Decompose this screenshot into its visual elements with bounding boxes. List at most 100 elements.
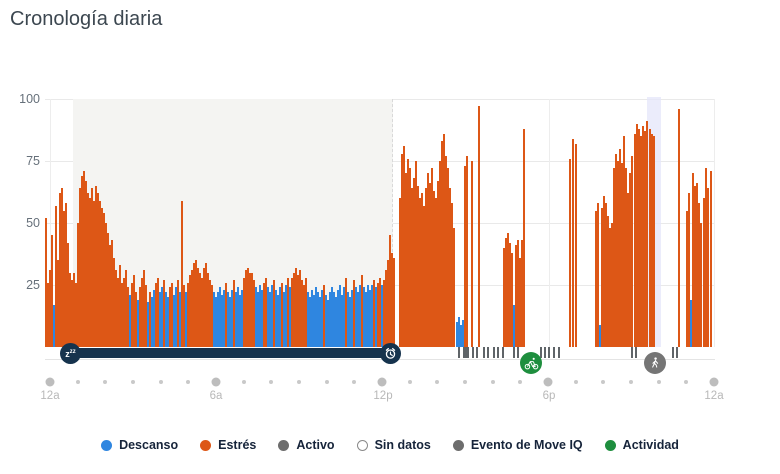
cycling-event-icon[interactable] bbox=[520, 352, 542, 374]
stress-bar[interactable] bbox=[471, 161, 473, 347]
hour-dot bbox=[518, 380, 522, 384]
move-iq-tick[interactable] bbox=[672, 347, 674, 358]
active-swatch-icon bbox=[278, 440, 289, 451]
v-gridline bbox=[714, 99, 715, 347]
hour-label: 12p bbox=[373, 390, 392, 402]
stress-bar[interactable] bbox=[523, 129, 525, 347]
hour-dot bbox=[684, 380, 688, 384]
legend-label: Sin datos bbox=[375, 438, 431, 452]
y-axis-labels: 255075100 bbox=[4, 99, 40, 347]
legend-label: Actividad bbox=[623, 438, 679, 452]
stress-bar[interactable] bbox=[569, 159, 571, 347]
legend-item-activo: Activo bbox=[278, 438, 334, 452]
daily-timeline-card: Cronología diaria 25 50 75 100 zzz 12a 6a 12p… bbox=[0, 0, 780, 474]
y-tick-label: 25 bbox=[26, 278, 40, 292]
move-iq-tick[interactable] bbox=[558, 347, 560, 358]
stress-bar[interactable] bbox=[466, 156, 468, 347]
legend-item-estres: Estrés bbox=[200, 438, 256, 452]
hour-dot bbox=[657, 380, 661, 384]
sleep-zzz-icon[interactable]: zzz bbox=[60, 343, 81, 364]
v-gridline bbox=[549, 99, 550, 347]
hour-dot bbox=[76, 380, 80, 384]
legend-item-move-iq: Evento de Move IQ bbox=[453, 438, 583, 452]
move-iq-tick[interactable] bbox=[513, 347, 515, 358]
move-iq-tick[interactable] bbox=[483, 347, 485, 358]
legend: Descanso Estrés Activo Sin datos Evento … bbox=[0, 438, 780, 452]
stress-bar[interactable] bbox=[572, 139, 574, 347]
stress-bar[interactable] bbox=[453, 228, 455, 347]
hour-dot bbox=[242, 380, 246, 384]
hour-dot bbox=[159, 380, 163, 384]
move-iq-tick[interactable] bbox=[497, 347, 499, 358]
hour-dot bbox=[352, 380, 356, 384]
hour-dot bbox=[491, 380, 495, 384]
hour-dot bbox=[601, 380, 605, 384]
hour-label: 6a bbox=[210, 390, 223, 402]
hour-label: 12a bbox=[704, 390, 723, 402]
walking-event-icon[interactable] bbox=[644, 352, 666, 374]
legend-label: Evento de Move IQ bbox=[471, 438, 583, 452]
hour-label: 12a bbox=[40, 390, 59, 402]
move-iq-tick[interactable] bbox=[467, 347, 469, 358]
stress-swatch-icon bbox=[200, 440, 211, 451]
move-iq-tick[interactable] bbox=[493, 347, 495, 358]
stress-bar[interactable] bbox=[678, 109, 680, 347]
hour-dot bbox=[131, 380, 135, 384]
legend-item-sin-datos: Sin datos bbox=[357, 438, 431, 452]
move-iq-tick[interactable] bbox=[676, 347, 678, 358]
activity-swatch-icon bbox=[605, 440, 616, 451]
hour-dot bbox=[269, 380, 273, 384]
alarm-clock-icon[interactable] bbox=[380, 343, 401, 364]
move-iq-tick[interactable] bbox=[631, 347, 633, 358]
move-iq-tick[interactable] bbox=[635, 347, 637, 358]
hour-label: 6p bbox=[543, 390, 556, 402]
stress-bar[interactable] bbox=[700, 223, 702, 347]
page-title: Cronología diaria bbox=[10, 8, 162, 31]
x-axis-line bbox=[45, 359, 715, 360]
sleep-duration-bar[interactable] bbox=[64, 348, 396, 358]
move-iq-tick[interactable] bbox=[517, 347, 519, 358]
hour-dot bbox=[378, 378, 387, 387]
stress-bar[interactable] bbox=[707, 188, 709, 347]
hour-dot bbox=[710, 378, 719, 387]
legend-label: Activo bbox=[296, 438, 334, 452]
hour-dot bbox=[463, 380, 467, 384]
stress-bar[interactable] bbox=[653, 136, 655, 347]
hour-dot bbox=[574, 380, 578, 384]
hour-dot bbox=[297, 380, 301, 384]
hour-dot bbox=[408, 380, 412, 384]
hour-dot bbox=[544, 378, 553, 387]
hour-dot bbox=[103, 380, 107, 384]
stress-bar[interactable] bbox=[575, 144, 577, 347]
legend-label: Estrés bbox=[218, 438, 256, 452]
move-iq-tick[interactable] bbox=[544, 347, 546, 358]
y-tick-label: 100 bbox=[19, 92, 40, 106]
hour-dot bbox=[325, 380, 329, 384]
stress-bar[interactable] bbox=[478, 106, 480, 347]
move-iq-tick[interactable] bbox=[472, 347, 474, 358]
y-tick-label: 75 bbox=[26, 154, 40, 168]
legend-label: Descanso bbox=[119, 438, 178, 452]
move-iq-tick[interactable] bbox=[458, 347, 460, 358]
hour-dot bbox=[46, 378, 55, 387]
no-data-swatch-icon bbox=[357, 440, 368, 451]
hour-dot bbox=[629, 380, 633, 384]
plot-area[interactable] bbox=[45, 99, 715, 347]
stress-bar[interactable] bbox=[710, 171, 712, 347]
y-tick-label: 50 bbox=[26, 216, 40, 230]
hour-dot bbox=[186, 380, 190, 384]
move-iq-tick[interactable] bbox=[502, 347, 504, 358]
move-iq-tick[interactable] bbox=[553, 347, 555, 358]
legend-item-descanso: Descanso bbox=[101, 438, 178, 452]
move-iq-tick[interactable] bbox=[548, 347, 550, 358]
moveiq-swatch-icon bbox=[453, 440, 464, 451]
hour-dot-row bbox=[0, 376, 780, 388]
rest-swatch-icon bbox=[101, 440, 112, 451]
move-iq-tick[interactable] bbox=[476, 347, 478, 358]
stress-bar[interactable] bbox=[393, 258, 395, 347]
hour-dot bbox=[212, 378, 221, 387]
stress-bar[interactable] bbox=[631, 156, 633, 347]
stress-bar[interactable] bbox=[646, 121, 648, 347]
hour-dot bbox=[435, 380, 439, 384]
move-iq-tick[interactable] bbox=[487, 347, 489, 358]
